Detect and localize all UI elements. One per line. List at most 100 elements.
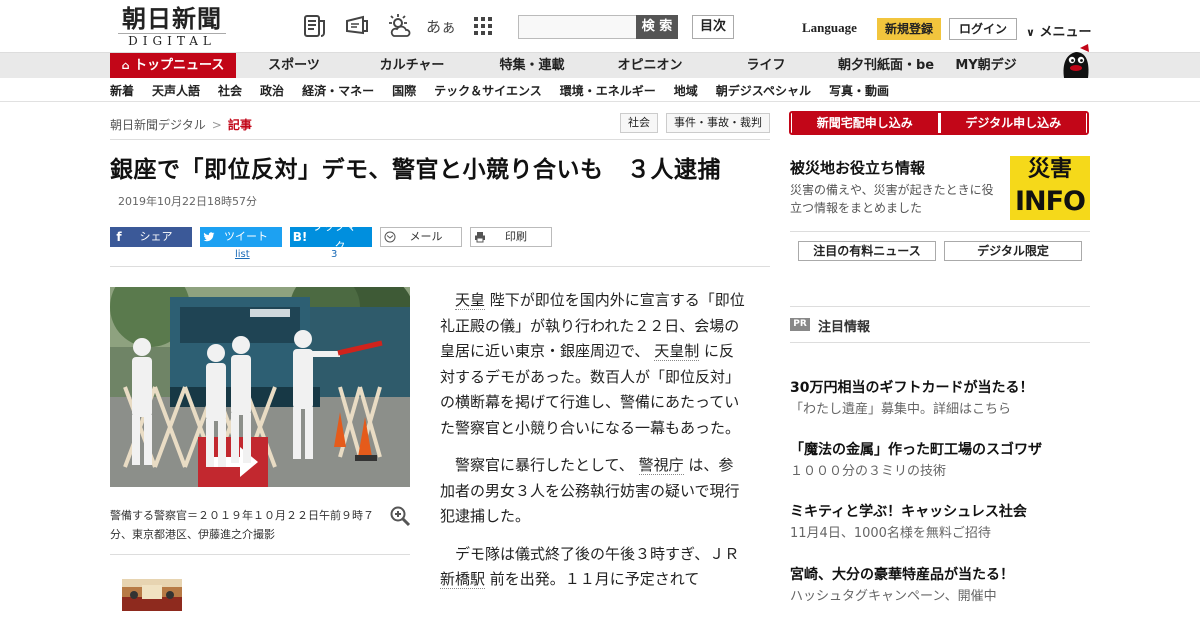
newspaper-icon[interactable] [300, 12, 330, 40]
print-icon [471, 227, 489, 247]
nav-item-features[interactable]: 特集・連載 [472, 53, 592, 79]
pr-item-sub: 11月4日、1000名様を無料ご招待 [790, 526, 991, 541]
subnav-photo-video[interactable]: 写真・動画 [829, 82, 889, 99]
paragraph-1: 天皇 陛下が即位を国内外に宣言する「即位礼正殿の儀」が執り行われた２２日、会場の… [440, 288, 746, 441]
mail-icon [381, 227, 399, 247]
pr-item-sub: 「わたし遺産」募集中。詳細はこちら [790, 402, 1012, 417]
mascot-icon[interactable] [1058, 44, 1094, 80]
nav-item-opinion[interactable]: オピニオン [592, 53, 708, 79]
text-size-glyph: あぁ [426, 17, 457, 36]
pr-item-title: ミキティと学ぶ！キャッシュレス社会 [790, 504, 1027, 520]
tweet-label: ツイート [224, 230, 268, 243]
zoom-icon[interactable] [389, 505, 411, 527]
subnav-international[interactable]: 国際 [392, 82, 416, 99]
home-delivery-button[interactable]: 新聞宅配申し込み [792, 113, 938, 133]
keyword-link[interactable]: 天皇制 [654, 342, 700, 361]
digital-only-button[interactable]: デジタル限定 [944, 241, 1082, 261]
tag-incidents[interactable]: 事件・事故・裁判 [666, 113, 770, 133]
login-button[interactable]: ログイン [949, 18, 1017, 40]
breadcrumb-current: 記事 [227, 118, 252, 132]
menu-button[interactable]: ∨ メニュー [1026, 21, 1091, 40]
breadcrumb-root[interactable]: 朝日新聞デジタル [110, 118, 206, 132]
divider [790, 306, 1090, 307]
related-thumbnail[interactable] [122, 579, 182, 611]
print-button[interactable]: 印刷 [470, 227, 552, 247]
subnav-tenseijingo[interactable]: 天声人語 [152, 82, 200, 99]
main-nav: ⌂ トップニュース スポーツ カルチャー 特集・連載 オピニオン ライフ 朝夕刊… [0, 52, 1200, 79]
chevron-down-icon: ∨ [1026, 26, 1035, 39]
keyword-link[interactable]: 新橋駅 [440, 570, 486, 589]
paragraph-2: 警察官に暴行したとして、 警視庁 は、参加者の男女３人を公務執行妨害の疑いで現行… [440, 453, 746, 530]
disaster-info-banner[interactable]: 災害 INFO [1010, 156, 1090, 220]
paragraph-text: 陛下が即位を国内外に宣言する「即位礼正殿の儀」が執り行われた２２日、会場の皇居に… [440, 291, 745, 360]
pr-badge: PR [790, 318, 810, 331]
subnav-environment[interactable]: 環境・エネルギー [560, 82, 656, 99]
keyword-link[interactable]: 天皇 [455, 291, 486, 310]
home-icon: ⌂ [121, 59, 130, 72]
site-header: 朝日新聞 DIGITAL あぁ 検 索 目次 Language 新規登録 ログイ… [0, 0, 1200, 52]
page-title: 銀座で「即位反対」デモ、警官と小競り合いも ３人逮捕 [110, 157, 721, 183]
disaster-info-title[interactable]: 被災地お役立ち情報 [790, 157, 925, 178]
subnav-tech-science[interactable]: テック＆サイエンス [434, 82, 542, 99]
breadcrumb: 朝日新聞デジタル > 記事 [110, 116, 252, 133]
pr-list-item[interactable]: ミキティと学ぶ！キャッシュレス社会 11月4日、1000名様を無料ご招待 [790, 502, 1090, 544]
subnav-region[interactable]: 地域 [674, 82, 698, 99]
banner-top-text: 災害 [1027, 157, 1072, 182]
search-button[interactable]: 検 索 [636, 15, 678, 39]
facebook-share-button[interactable]: f シェア [110, 227, 192, 247]
pr-item-title: 「魔法の金属」作った町工場のスゴワザ [790, 442, 1042, 458]
subnav-economy[interactable]: 経済・マネー [302, 82, 374, 99]
logo-japanese: 朝日新聞 [122, 4, 222, 33]
nav-label: トップニュース [134, 58, 225, 73]
digital-paper-icon[interactable] [342, 12, 372, 40]
pr-list-item[interactable]: 「魔法の金属」作った町工場のスゴワザ １０００分の３ミリの技術 [790, 440, 1090, 482]
nav-item-my-asadigi[interactable]: MY朝デジ [948, 53, 1024, 79]
breadcrumb-separator: > [211, 118, 222, 132]
hatena-bookmark-icon: B! [292, 230, 308, 244]
mail-label: メール [409, 230, 443, 243]
divider [790, 342, 1090, 343]
toc-button[interactable]: 目次 [692, 15, 734, 39]
subnav-latest[interactable]: 新着 [110, 82, 134, 99]
weather-icon[interactable] [384, 12, 414, 40]
digital-subscribe-button[interactable]: デジタル申し込み [940, 113, 1086, 133]
subnav-society[interactable]: 社会 [218, 82, 242, 99]
pr-list-item[interactable]: 30万円相当のギフトカードが当たる！ 「わたし遺産」募集中。詳細はこちら [790, 378, 1090, 420]
nav-item-culture[interactable]: カルチャー [352, 53, 472, 79]
pr-item-title: 30万円相当のギフトカードが当たる！ [790, 380, 1034, 396]
register-button[interactable]: 新規登録 [877, 18, 941, 40]
article-body: 天皇 陛下が即位を国内外に宣言する「即位礼正殿の儀」が執り行われた２２日、会場の… [440, 288, 746, 605]
mail-button[interactable]: メール [380, 227, 462, 247]
subnav-special[interactable]: 朝デジスペシャル [716, 82, 811, 99]
twitter-share-button[interactable]: ツイート [200, 227, 282, 247]
text-size-icon[interactable]: あぁ [426, 12, 456, 40]
pr-item-sub: ハッシュタグキャンペーン、開催中 [790, 589, 997, 604]
facebook-icon: f [116, 230, 122, 244]
paragraph-text: 前を出発。１１月に予定されて [489, 570, 700, 588]
nav-item-top-news[interactable]: ⌂ トップニュース [110, 53, 236, 79]
apps-grid-icon[interactable] [468, 12, 498, 40]
hatena-bookmark-button[interactable]: B! ブックマーク [290, 220, 372, 253]
search-input[interactable] [518, 15, 638, 39]
tag-society[interactable]: 社会 [620, 113, 658, 133]
twitter-count-link[interactable]: list [235, 249, 250, 260]
paragraph-3: デモ隊は儀式終了後の午後３時すぎ、ＪＲ 新橋駅 前を出発。１１月に予定されて [440, 542, 746, 593]
article-tags: 社会 事件・事故・裁判 [620, 113, 770, 133]
header-icons: あぁ [300, 12, 498, 40]
paragraph-text: 警察官に暴行したとして、 [455, 456, 634, 474]
hatena-count[interactable]: 3 [331, 249, 337, 260]
article-photo[interactable] [110, 287, 410, 487]
nav-item-life[interactable]: ライフ [708, 53, 824, 79]
nav-item-newspaper[interactable]: 朝夕刊紙面・be [824, 53, 948, 79]
paragraph-text: デモ隊は儀式終了後の午後３時すぎ、ＪＲ [455, 544, 740, 563]
language-link[interactable]: Language [802, 20, 857, 36]
site-logo[interactable]: 朝日新聞 DIGITAL [118, 6, 226, 48]
divider [790, 231, 1090, 232]
pr-item-sub: １０００分の３ミリの技術 [790, 464, 947, 479]
subnav-politics[interactable]: 政治 [260, 82, 284, 99]
pr-list-item[interactable]: 宮崎、大分の豪華特産品が当たる！ ハッシュタグキャンペーン、開催中 [790, 565, 1090, 607]
keyword-link[interactable]: 警視庁 [638, 456, 684, 475]
nav-item-sports[interactable]: スポーツ [236, 53, 352, 79]
pr-section-title: 注目情報 [818, 320, 871, 335]
paid-news-button[interactable]: 注目の有料ニュース [798, 241, 936, 261]
